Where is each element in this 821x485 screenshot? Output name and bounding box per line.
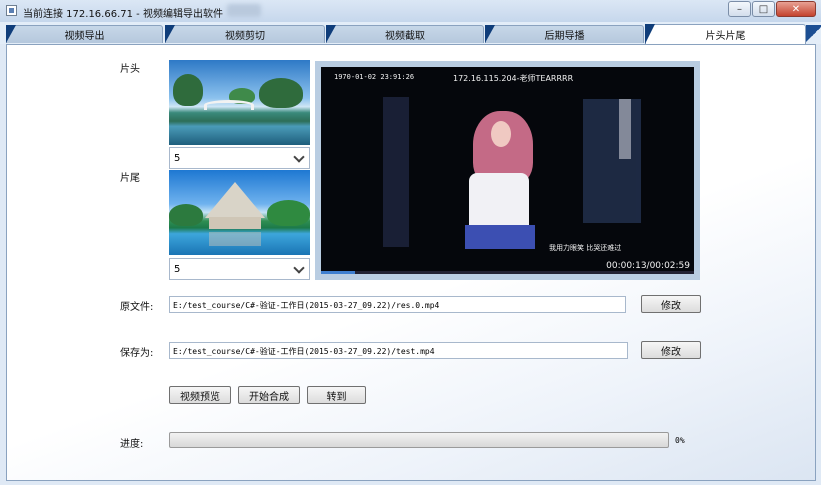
goto-button[interactable]: 转到 <box>307 386 366 404</box>
blurred-region <box>227 4 261 17</box>
reflection-shape <box>209 232 261 246</box>
singer-skirt-shape <box>465 225 535 249</box>
intro-select[interactable]: 5 <box>169 147 310 169</box>
video-preview-button[interactable]: 视频预览 <box>169 386 231 404</box>
save-as-label: 保存为: <box>120 348 154 359</box>
bridge-shape <box>204 100 254 110</box>
outro-label: 片尾 <box>120 173 140 184</box>
source-path-field[interactable]: E:/test_course/C#-验证-工作日(2015-03-27_09.2… <box>169 296 626 313</box>
singer-body-shape <box>469 173 529 231</box>
title-bar: 当前连接 172.16.66.71 - 视频编辑导出软件 – □ ✕ <box>0 0 821 23</box>
tree-shape <box>169 204 203 226</box>
tree-shape <box>173 74 203 106</box>
tree-shape <box>267 200 310 226</box>
video-player[interactable]: 1970-01-02 23:91:26 172.16.115.204-老师TEA… <box>321 67 694 274</box>
edit-source-button[interactable]: 修改 <box>641 295 701 313</box>
tab-video-cut[interactable]: 视频剪切 <box>165 25 325 43</box>
progress-bar <box>169 432 669 448</box>
video-preview-frame: 1970-01-02 23:91:26 172.16.115.204-老师TEA… <box>315 61 700 280</box>
video-timestamp: 1970-01-02 23:91:26 <box>334 73 415 81</box>
tab-corner-decoration <box>806 25 821 44</box>
outro-thumbnail <box>169 170 310 255</box>
tab-label: 视频导出 <box>64 31 105 42</box>
save-path-field[interactable]: E:/test_course/C#-验证-工作日(2015-03-27_09.2… <box>169 342 628 359</box>
outro-select[interactable]: 5 <box>169 258 310 280</box>
window-controls: – □ ✕ <box>728 1 816 17</box>
app-icon <box>6 5 17 16</box>
singer-face-shape <box>491 121 511 147</box>
minimize-icon: – <box>737 3 742 15</box>
stage-screen-left <box>383 97 409 247</box>
progress-label: 进度: <box>120 439 144 450</box>
tree-shape <box>259 78 303 108</box>
tab-intro-outro[interactable]: 片头片尾 <box>645 24 806 44</box>
video-seek-bar[interactable] <box>321 271 694 274</box>
tab-video-export[interactable]: 视频导出 <box>6 25 163 43</box>
temple-shape <box>205 182 265 218</box>
tab-bar: 视频导出 视频剪切 视频截取 后期导播 片头片尾 <box>0 22 821 44</box>
chevron-down-icon <box>293 151 305 163</box>
video-time: 00:00:13/00:02:59 <box>606 261 690 271</box>
tab-video-capture[interactable]: 视频截取 <box>326 25 484 43</box>
intro-select-value: 5 <box>174 153 181 164</box>
tab-label: 视频剪切 <box>225 31 265 42</box>
video-subtitle: 我用力眼笑 比哭还难过 <box>549 244 622 252</box>
chevron-down-icon <box>293 262 305 274</box>
video-seek-fill <box>321 271 355 274</box>
video-caption: 172.16.115.204-老师TEARRRR <box>453 74 574 83</box>
tab-label: 片头片尾 <box>705 31 746 42</box>
maximize-icon: □ <box>758 3 769 15</box>
progress-percent: 0% <box>675 436 685 445</box>
edit-save-button[interactable]: 修改 <box>641 341 701 359</box>
intro-label: 片头 <box>120 64 140 75</box>
window-title: 当前连接 172.16.66.71 - 视频编辑导出软件 <box>23 9 223 20</box>
close-button[interactable]: ✕ <box>776 1 816 17</box>
minimize-button[interactable]: – <box>728 1 751 17</box>
outro-select-value: 5 <box>174 264 181 275</box>
temple-base-shape <box>209 217 261 229</box>
maximize-button[interactable]: □ <box>752 1 775 17</box>
start-compose-button[interactable]: 开始合成 <box>238 386 300 404</box>
intro-thumbnail <box>169 60 310 145</box>
tab-post-director[interactable]: 后期导播 <box>485 25 644 43</box>
tab-label: 后期导播 <box>544 31 585 42</box>
source-label: 原文件: <box>120 302 154 313</box>
stage-screen-right <box>583 99 641 223</box>
close-icon: ✕ <box>791 3 801 15</box>
tab-label: 视频截取 <box>385 31 425 42</box>
